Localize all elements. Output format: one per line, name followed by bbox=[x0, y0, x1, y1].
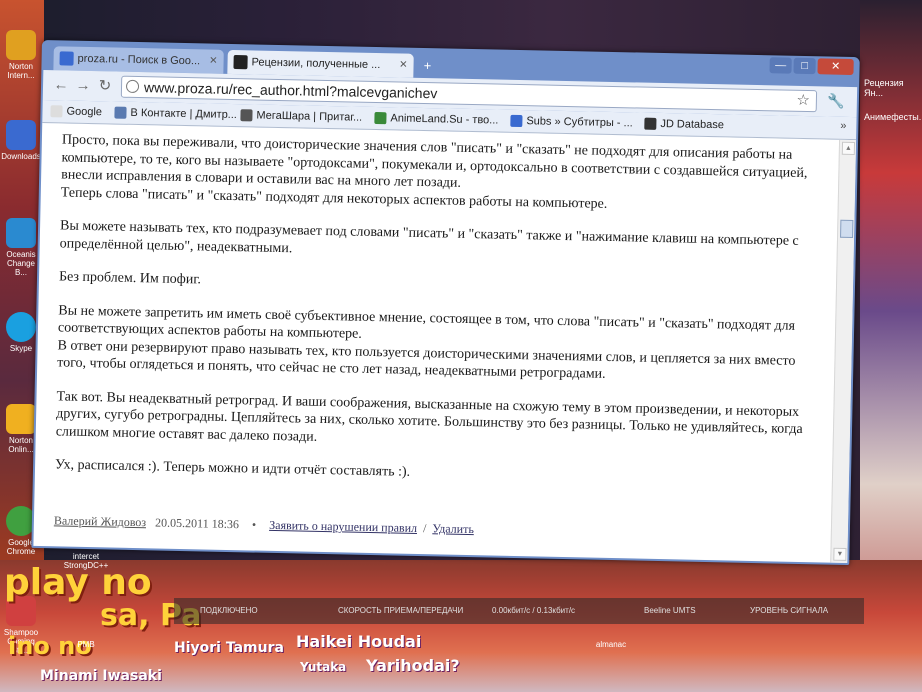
minimize-button[interactable]: — bbox=[769, 57, 792, 74]
review-date: 20.05.2011 18:36 bbox=[154, 515, 240, 532]
author-link[interactable]: Валерий Жидовоз bbox=[54, 513, 146, 529]
bookmark-icon bbox=[374, 111, 387, 125]
review-text: Просто, пока вы переживали, что доистори… bbox=[55, 131, 828, 505]
forward-button[interactable]: → bbox=[73, 77, 93, 95]
bookmark-megashara[interactable]: МегаШара | Притаг... bbox=[238, 107, 362, 126]
oceanis-icon bbox=[6, 218, 36, 248]
report-link[interactable]: Заявить о нарушении правил bbox=[269, 518, 417, 535]
desktop-icon-strongdc[interactable]: intercet StrongDC++ bbox=[56, 552, 116, 570]
paragraph: Вы можете называть тех, кто подразумевае… bbox=[59, 218, 799, 256]
scroll-down-icon[interactable]: ▼ bbox=[833, 547, 847, 561]
reload-button[interactable]: ↻ bbox=[95, 77, 115, 95]
page-content: Просто, пока вы переживали, что доистори… bbox=[33, 123, 857, 563]
close-tab-icon[interactable]: ✕ bbox=[399, 53, 408, 77]
globe-icon bbox=[125, 79, 140, 94]
bookmark-icon bbox=[510, 114, 523, 128]
banner-text: Hiyori Tamura bbox=[174, 640, 284, 656]
skype-icon bbox=[6, 312, 36, 342]
scrollbar-thumb[interactable] bbox=[840, 219, 854, 239]
maximize-button[interactable]: □ bbox=[793, 57, 816, 75]
tab-google-search[interactable]: proza.ru - Поиск в Goo... ✕ bbox=[53, 46, 224, 74]
scroll-up-icon[interactable]: ▲ bbox=[841, 141, 856, 156]
banner-text: Yutaka bbox=[300, 660, 347, 674]
url-text: www.proza.ru/rec_author.html?malcevganic… bbox=[143, 79, 438, 102]
bookmark-animeland[interactable]: AnimeLand.Su - тво... bbox=[372, 110, 499, 129]
bookmark-google[interactable]: Google bbox=[48, 103, 102, 120]
link-separator: / bbox=[422, 521, 427, 536]
separator-bullet: • bbox=[251, 517, 257, 532]
delete-link[interactable]: Удалить bbox=[432, 521, 474, 536]
new-tab-button[interactable]: + bbox=[417, 58, 437, 74]
norton-online-icon bbox=[6, 404, 36, 434]
desktop-icon-almanac[interactable]: almanac bbox=[586, 640, 636, 649]
paragraph: Без проблем. Им пофиг. bbox=[58, 269, 202, 288]
close-tab-icon[interactable]: ✕ bbox=[209, 50, 218, 74]
norton-icon bbox=[6, 30, 36, 60]
bookmark-icon bbox=[114, 106, 127, 119]
review-signature: Валерий Жидовоз 20.05.2011 18:36 • Заяви… bbox=[54, 513, 474, 537]
bookmark-icon bbox=[644, 117, 657, 130]
modem-status-bar: ПОДКЛЮЧЕНО СКОРОСТЬ ПРИЕМА/ПЕРЕДАЧИ 0.00… bbox=[174, 598, 864, 624]
banner-text: Minami Iwasaki bbox=[40, 668, 162, 684]
browser-window: proza.ru - Поиск в Goo... ✕ Рецензии, по… bbox=[31, 40, 860, 566]
wrench-menu-icon[interactable]: 🔧 bbox=[827, 92, 845, 109]
bookmark-star-icon[interactable]: ☆ bbox=[796, 91, 810, 111]
desktop-icon-recenzia[interactable]: Рецензия Ян... bbox=[864, 78, 918, 98]
desktop-icon-oceanis[interactable]: Oceanis Change B... bbox=[0, 218, 42, 277]
favicon-icon bbox=[233, 55, 248, 70]
bookmark-subs[interactable]: Subs » Субтитры - ... bbox=[508, 113, 633, 132]
folder-icon bbox=[6, 120, 36, 150]
bookmark-jd-database[interactable]: JD Database bbox=[642, 116, 724, 134]
bookmark-icon bbox=[240, 109, 253, 122]
close-window-button[interactable]: ✕ bbox=[817, 58, 854, 76]
bookmark-vkontakte[interactable]: В Контакте | Дмитр... bbox=[112, 104, 237, 123]
paragraph: Так вот. Вы неадекватный ретроград. И ва… bbox=[55, 388, 803, 445]
signal-label: УРОВЕНЬ СИГНАЛА bbox=[750, 606, 829, 615]
window-controls: — □ ✕ bbox=[769, 57, 854, 76]
desktop-icon-downloads[interactable]: Downloads bbox=[0, 120, 42, 161]
desktop-icon-norton-internet[interactable]: Norton Intern... bbox=[0, 30, 42, 80]
banner-text: Yarihodai? bbox=[366, 656, 460, 675]
back-button[interactable]: ← bbox=[51, 76, 71, 94]
connection-status: ПОДКЛЮЧЕНО bbox=[200, 606, 258, 615]
favicon-icon bbox=[59, 51, 74, 66]
bookmark-icon bbox=[50, 105, 63, 118]
speed-label: СКОРОСТЬ ПРИЕМА/ПЕРЕДАЧИ bbox=[338, 606, 464, 615]
desktop-icon-animefest[interactable]: Анимефесты... bbox=[864, 112, 922, 122]
operator-name: Beeline UMTS bbox=[644, 606, 696, 615]
paragraph: Ух, расписался :). Теперь можно и идти о… bbox=[54, 457, 411, 480]
speed-value: 0.00кбит/с / 0.13кбит/с bbox=[492, 606, 576, 615]
banner-text: Haikei Houdai bbox=[296, 632, 422, 651]
bookmarks-overflow-icon[interactable]: » bbox=[840, 120, 846, 132]
desktop-icon-pmb[interactable]: PMB bbox=[66, 640, 106, 649]
